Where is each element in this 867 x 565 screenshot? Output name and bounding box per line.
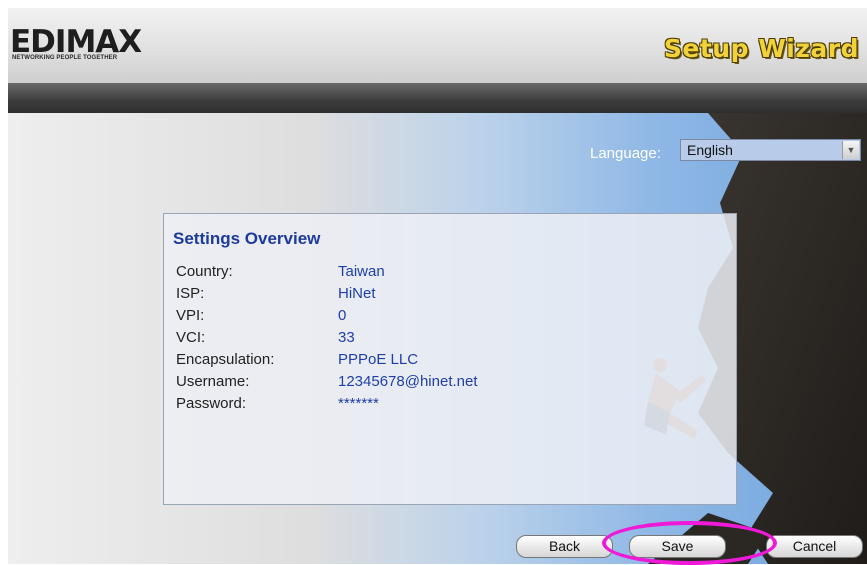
overview-label: ISP:	[176, 285, 205, 302]
overview-value: PPPoE LLC	[338, 351, 419, 368]
cancel-button[interactable]: Cancel	[766, 535, 863, 558]
chevron-down-icon[interactable]: ▼	[842, 141, 859, 159]
overview-value: Taiwan	[338, 263, 385, 280]
overview-value: 33	[338, 329, 355, 346]
overview-label: Username:	[176, 373, 250, 390]
settings-overview-panel: Settings Overview Country: Taiwan ISP: H…	[163, 213, 737, 505]
language-selected-value: English	[687, 142, 733, 158]
overview-label: Password:	[176, 395, 247, 412]
main-background: Settings Overview Country: Taiwan ISP: H…	[8, 113, 867, 564]
header-divider-bar	[8, 83, 867, 113]
back-button[interactable]: Back	[516, 535, 613, 558]
logo-tagline: NETWORKING PEOPLE TOGETHER	[12, 55, 118, 61]
overview-label: Country:	[176, 263, 233, 280]
edimax-logo: EDIMAX NETWORKING PEOPLE TOGETHER	[10, 22, 180, 67]
overview-value: *******	[338, 395, 379, 412]
header-bar: EDIMAX NETWORKING PEOPLE TOGETHER Setup …	[8, 8, 867, 83]
overview-value: 0	[338, 307, 347, 324]
overview-label: VCI:	[176, 329, 206, 346]
language-select[interactable]: English ▼	[680, 139, 861, 161]
overview-label: VPI:	[176, 307, 205, 324]
language-label: Language:	[590, 145, 661, 162]
overview-label: Encapsulation:	[176, 351, 275, 368]
page-title: Setup Wizard	[663, 34, 859, 63]
overview-value: 12345678@hinet.net	[338, 373, 478, 390]
settings-overview-title: Settings Overview	[173, 229, 321, 248]
overview-value: HiNet	[338, 285, 376, 302]
save-highlight-ring	[602, 521, 777, 565]
